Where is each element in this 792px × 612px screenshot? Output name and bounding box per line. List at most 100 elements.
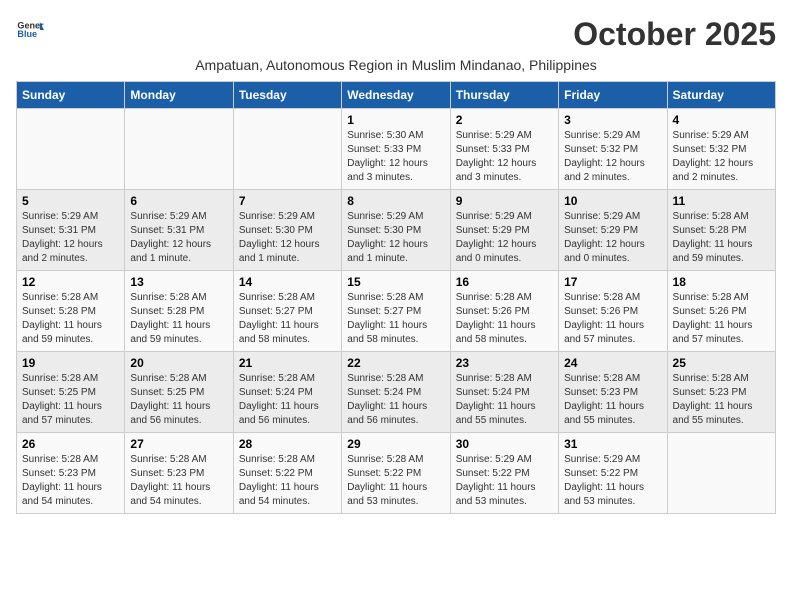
calendar-cell: 22 Sunrise: 5:28 AMSunset: 5:24 PMDayligh…: [342, 352, 450, 433]
svg-text:Blue: Blue: [17, 29, 37, 39]
calendar-cell: 12 Sunrise: 5:28 AMSunset: 5:28 PMDayligh…: [17, 271, 125, 352]
day-number: 28: [239, 437, 336, 451]
logo: General Blue: [16, 16, 44, 44]
calendar-cell: [125, 109, 233, 190]
calendar-cell: 17 Sunrise: 5:28 AMSunset: 5:26 PMDayligh…: [559, 271, 667, 352]
calendar-cell: 24 Sunrise: 5:28 AMSunset: 5:23 PMDayligh…: [559, 352, 667, 433]
day-number: 17: [564, 275, 661, 289]
calendar-cell: [233, 109, 341, 190]
column-header-tuesday: Tuesday: [233, 82, 341, 109]
calendar-cell: 5Sunrise: 5:29 AMSunset: 5:31 PMDaylight…: [17, 190, 125, 271]
day-info: Sunrise: 5:29 AMSunset: 5:29 PMDaylight:…: [456, 210, 553, 266]
day-number: 1: [347, 113, 444, 127]
day-number: 16: [456, 275, 553, 289]
day-info: Sunrise: 5:28 AMSunset: 5:24 PMDaylight:…: [347, 372, 444, 428]
day-info: Sunrise: 5:28 AMSunset: 5:23 PMDaylight:…: [22, 453, 119, 509]
day-info: Sunrise: 5:28 AMSunset: 5:28 PMDaylight:…: [130, 291, 227, 347]
day-info: Sunrise: 5:28 AMSunset: 5:22 PMDaylight:…: [239, 453, 336, 509]
calendar-cell: 18 Sunrise: 5:28 AMSunset: 5:26 PMDayligh…: [667, 271, 775, 352]
month-title: October 2025: [573, 16, 776, 53]
calendar-cell: 25 Sunrise: 5:28 AMSunset: 5:23 PMDayligh…: [667, 352, 775, 433]
calendar-cell: [17, 109, 125, 190]
day-number: 15: [347, 275, 444, 289]
day-number: 22: [347, 356, 444, 370]
calendar-cell: 13 Sunrise: 5:28 AMSunset: 5:28 PMDayligh…: [125, 271, 233, 352]
column-header-sunday: Sunday: [17, 82, 125, 109]
calendar-cell: 14 Sunrise: 5:28 AMSunset: 5:27 PMDayligh…: [233, 271, 341, 352]
day-number: 8: [347, 194, 444, 208]
column-header-wednesday: Wednesday: [342, 82, 450, 109]
calendar-cell: 19 Sunrise: 5:28 AMSunset: 5:25 PMDayligh…: [17, 352, 125, 433]
day-info: Sunrise: 5:29 AMSunset: 5:31 PMDaylight:…: [22, 210, 119, 266]
calendar-cell: 11 Sunrise: 5:28 AMSunset: 5:28 PMDayligh…: [667, 190, 775, 271]
calendar-cell: 27 Sunrise: 5:28 AMSunset: 5:23 PMDayligh…: [125, 433, 233, 514]
day-info: Sunrise: 5:29 AMSunset: 5:31 PMDaylight:…: [130, 210, 227, 266]
day-info: Sunrise: 5:29 AMSunset: 5:22 PMDaylight:…: [456, 453, 553, 509]
calendar-cell: [667, 433, 775, 514]
calendar-cell: 2Sunrise: 5:29 AMSunset: 5:33 PMDaylight…: [450, 109, 558, 190]
calendar-cell: 15 Sunrise: 5:28 AMSunset: 5:27 PMDayligh…: [342, 271, 450, 352]
calendar-subtitle: Ampatuan, Autonomous Region in Muslim Mi…: [16, 57, 776, 73]
day-number: 14: [239, 275, 336, 289]
day-info: Sunrise: 5:29 AMSunset: 5:32 PMDaylight:…: [673, 129, 770, 185]
calendar-cell: 20 Sunrise: 5:28 AMSunset: 5:25 PMDayligh…: [125, 352, 233, 433]
day-info: Sunrise: 5:28 AMSunset: 5:26 PMDaylight:…: [456, 291, 553, 347]
day-info: Sunrise: 5:29 AMSunset: 5:29 PMDaylight:…: [564, 210, 661, 266]
day-number: 19: [22, 356, 119, 370]
day-info: Sunrise: 5:28 AMSunset: 5:27 PMDaylight:…: [347, 291, 444, 347]
calendar-cell: 31 Sunrise: 5:29 AMSunset: 5:22 PMDayligh…: [559, 433, 667, 514]
day-number: 29: [347, 437, 444, 451]
day-info: Sunrise: 5:28 AMSunset: 5:24 PMDaylight:…: [456, 372, 553, 428]
day-info: Sunrise: 5:28 AMSunset: 5:26 PMDaylight:…: [564, 291, 661, 347]
calendar-cell: 29Sunrise: 5:28 AMSunset: 5:22 PMDayligh…: [342, 433, 450, 514]
day-info: Sunrise: 5:28 AMSunset: 5:23 PMDaylight:…: [564, 372, 661, 428]
day-info: Sunrise: 5:29 AMSunset: 5:30 PMDaylight:…: [347, 210, 444, 266]
calendar-cell: 28 Sunrise: 5:28 AMSunset: 5:22 PMDayligh…: [233, 433, 341, 514]
calendar-cell: 9 Sunrise: 5:29 AMSunset: 5:29 PMDaylight…: [450, 190, 558, 271]
day-number: 23: [456, 356, 553, 370]
calendar-cell: 23 Sunrise: 5:28 AMSunset: 5:24 PMDayligh…: [450, 352, 558, 433]
day-info: Sunrise: 5:28 AMSunset: 5:28 PMDaylight:…: [673, 210, 770, 266]
day-number: 27: [130, 437, 227, 451]
calendar-cell: 10Sunrise: 5:29 AMSunset: 5:29 PMDayligh…: [559, 190, 667, 271]
calendar-cell: 16 Sunrise: 5:28 AMSunset: 5:26 PMDayligh…: [450, 271, 558, 352]
calendar-cell: 8 Sunrise: 5:29 AMSunset: 5:30 PMDaylight…: [342, 190, 450, 271]
day-info: Sunrise: 5:28 AMSunset: 5:26 PMDaylight:…: [673, 291, 770, 347]
day-info: Sunrise: 5:29 AMSunset: 5:22 PMDaylight:…: [564, 453, 661, 509]
column-header-saturday: Saturday: [667, 82, 775, 109]
day-info: Sunrise: 5:28 AMSunset: 5:28 PMDaylight:…: [22, 291, 119, 347]
day-info: Sunrise: 5:28 AMSunset: 5:25 PMDaylight:…: [130, 372, 227, 428]
calendar-table: SundayMondayTuesdayWednesdayThursdayFrid…: [16, 81, 776, 514]
day-info: Sunrise: 5:30 AMSunset: 5:33 PMDaylight:…: [347, 129, 444, 185]
day-number: 13: [130, 275, 227, 289]
day-number: 4: [673, 113, 770, 127]
day-number: 2: [456, 113, 553, 127]
day-number: 30: [456, 437, 553, 451]
column-header-friday: Friday: [559, 82, 667, 109]
day-info: Sunrise: 5:28 AMSunset: 5:27 PMDaylight:…: [239, 291, 336, 347]
day-number: 20: [130, 356, 227, 370]
day-number: 18: [673, 275, 770, 289]
calendar-cell: 30 Sunrise: 5:29 AMSunset: 5:22 PMDayligh…: [450, 433, 558, 514]
calendar-cell: 26Sunrise: 5:28 AMSunset: 5:23 PMDayligh…: [17, 433, 125, 514]
day-number: 9: [456, 194, 553, 208]
day-number: 12: [22, 275, 119, 289]
day-info: Sunrise: 5:28 AMSunset: 5:24 PMDaylight:…: [239, 372, 336, 428]
day-info: Sunrise: 5:29 AMSunset: 5:30 PMDaylight:…: [239, 210, 336, 266]
day-info: Sunrise: 5:29 AMSunset: 5:32 PMDaylight:…: [564, 129, 661, 185]
logo-icon: General Blue: [16, 16, 44, 44]
day-number: 3: [564, 113, 661, 127]
day-number: 24: [564, 356, 661, 370]
day-number: 31: [564, 437, 661, 451]
day-info: Sunrise: 5:28 AMSunset: 5:23 PMDaylight:…: [130, 453, 227, 509]
calendar-cell: 3 Sunrise: 5:29 AMSunset: 5:32 PMDaylight…: [559, 109, 667, 190]
day-number: 21: [239, 356, 336, 370]
calendar-cell: 4 Sunrise: 5:29 AMSunset: 5:32 PMDaylight…: [667, 109, 775, 190]
calendar-cell: 7Sunrise: 5:29 AMSunset: 5:30 PMDaylight…: [233, 190, 341, 271]
day-number: 11: [673, 194, 770, 208]
day-info: Sunrise: 5:28 AMSunset: 5:25 PMDaylight:…: [22, 372, 119, 428]
day-number: 25: [673, 356, 770, 370]
day-number: 6: [130, 194, 227, 208]
day-info: Sunrise: 5:28 AMSunset: 5:23 PMDaylight:…: [673, 372, 770, 428]
column-header-thursday: Thursday: [450, 82, 558, 109]
